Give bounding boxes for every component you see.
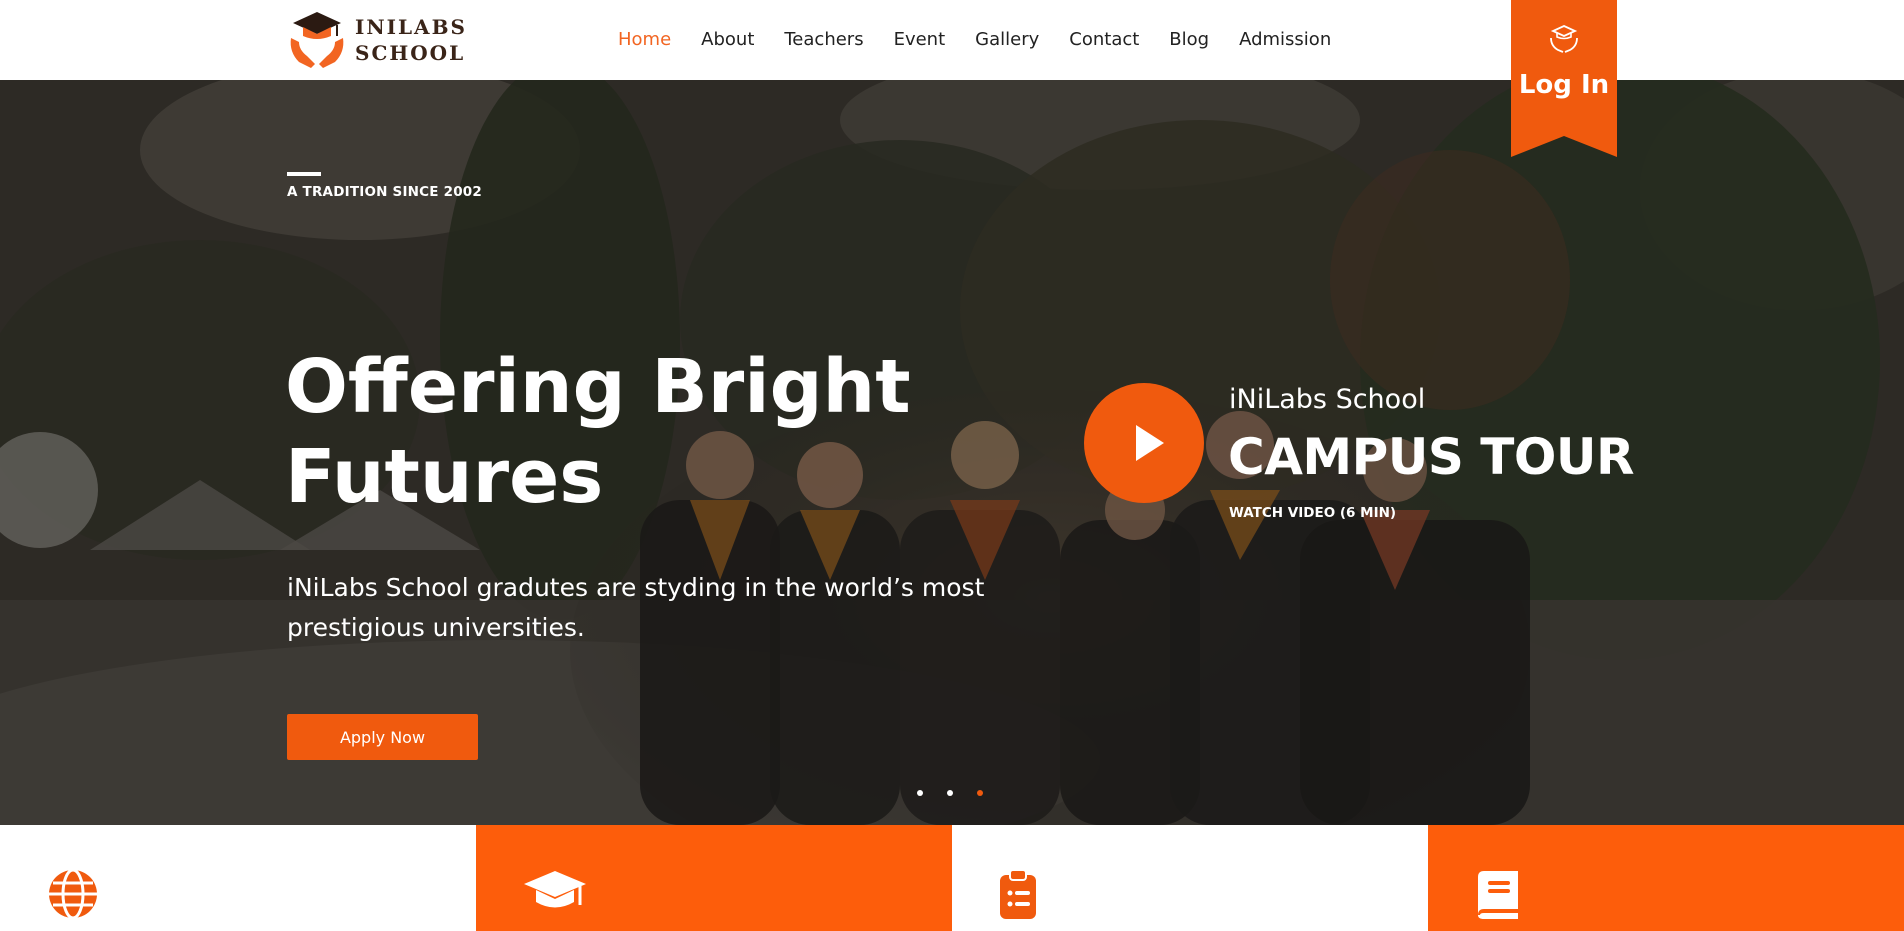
watch-video-link[interactable]: WATCH VIDEO (6 MIN)	[1229, 505, 1396, 521]
clipboard-list-icon	[1000, 869, 1036, 919]
brand-line-1: INILABS	[355, 15, 467, 39]
nav-item-about[interactable]: About	[701, 28, 754, 52]
login-ribbon[interactable]: Log In	[1511, 0, 1617, 157]
feature-card-2[interactable]	[476, 825, 952, 931]
hero-headline: Offering Bright Futures	[285, 342, 1045, 522]
hero-eyebrow: A TRADITION SINCE 2002	[287, 184, 482, 200]
hero-headline-line-2: Futures	[285, 434, 604, 520]
hero-banner: A TRADITION SINCE 2002 Offering Bright F…	[0, 80, 1904, 825]
play-video-button[interactable]	[1084, 383, 1204, 503]
eyebrow-divider	[287, 172, 321, 176]
feature-card-4[interactable]	[1428, 825, 1904, 931]
nav-item-blog[interactable]: Blog	[1169, 28, 1209, 52]
tour-title: CAMPUS TOUR	[1228, 428, 1635, 486]
feature-card-3[interactable]	[952, 825, 1428, 931]
feature-strip	[0, 825, 1904, 931]
carousel-dot-3[interactable]	[977, 790, 983, 796]
globe-icon	[49, 869, 97, 919]
main-nav: Home About Teachers Event Gallery Contac…	[618, 28, 1361, 52]
graduation-hands-icon	[1550, 25, 1578, 53]
book-icon	[1478, 871, 1518, 919]
play-icon	[1136, 425, 1164, 461]
nav-item-gallery[interactable]: Gallery	[975, 28, 1039, 52]
apply-now-button[interactable]: Apply Now	[287, 714, 478, 760]
brand-name: INILABS SCHOOL	[355, 14, 467, 66]
carousel-dot-2[interactable]	[947, 790, 953, 796]
nav-item-home[interactable]: Home	[618, 28, 671, 52]
nav-item-teachers[interactable]: Teachers	[784, 28, 863, 52]
tour-school-name: iNiLabs School	[1229, 384, 1426, 415]
logo-icon	[290, 12, 344, 68]
nav-item-admission[interactable]: Admission	[1239, 28, 1331, 52]
graduation-cap-icon	[524, 871, 586, 908]
carousel-dot-1[interactable]	[917, 790, 923, 796]
brand-logo[interactable]: INILABS SCHOOL	[285, 8, 467, 72]
site-header: INILABS SCHOOL Home About Teachers Event…	[0, 0, 1904, 80]
hero-subtext: iNiLabs School gradutes are styding in t…	[287, 568, 1047, 648]
nav-item-event[interactable]: Event	[894, 28, 946, 52]
login-label: Log In	[1518, 70, 1610, 100]
feature-card-1[interactable]	[0, 825, 476, 931]
hero-headline-line-1: Offering Bright	[285, 344, 911, 430]
nav-item-contact[interactable]: Contact	[1069, 28, 1139, 52]
carousel-dots	[917, 790, 983, 796]
hero-subtext-line-1: iNiLabs School gradutes are styding in t…	[287, 573, 985, 602]
hero-subtext-line-2: prestigious universities.	[287, 613, 585, 642]
brand-line-2: SCHOOL	[355, 41, 466, 65]
